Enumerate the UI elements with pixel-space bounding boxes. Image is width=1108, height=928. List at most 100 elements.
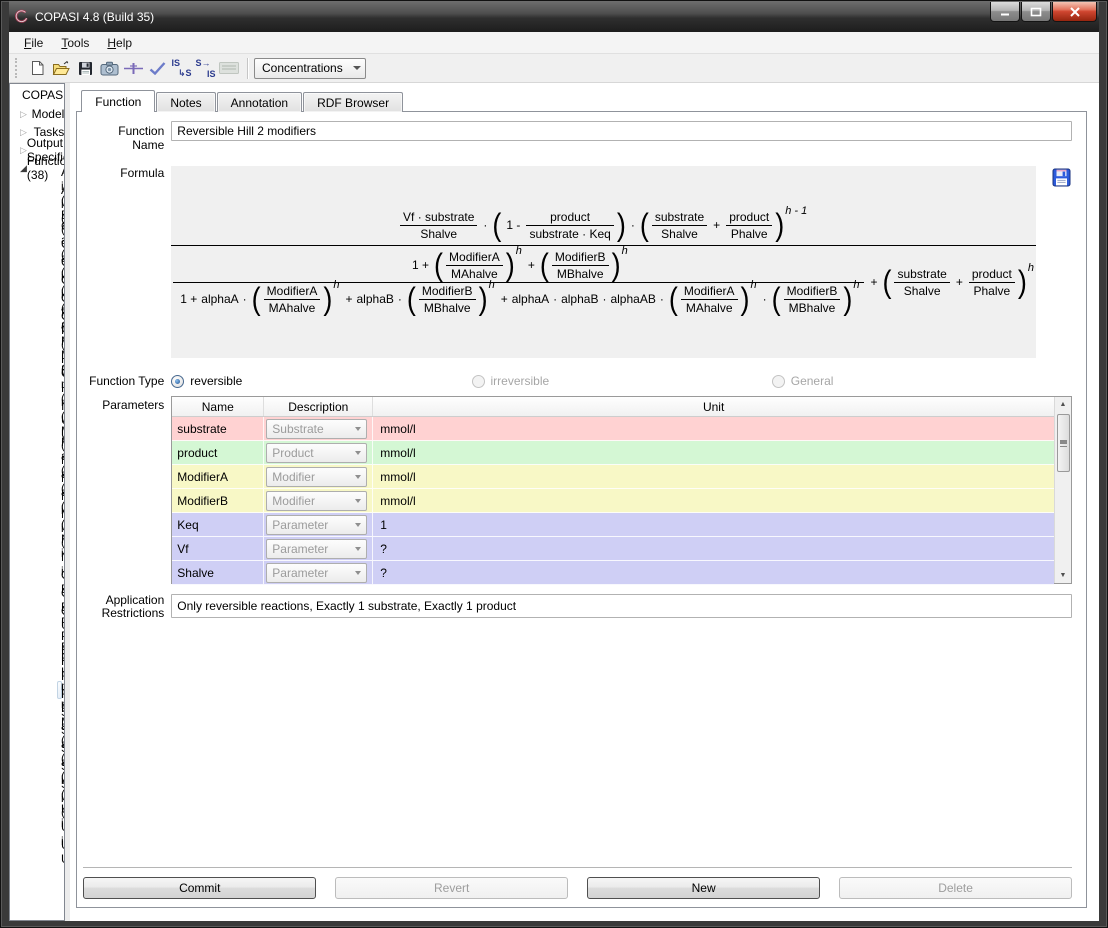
- is-to-s-button[interactable]: IS↳S: [169, 57, 193, 80]
- function-type-option[interactable]: irreversible: [472, 374, 772, 388]
- slider-button[interactable]: [121, 57, 145, 80]
- radio-label: reversible: [190, 374, 242, 388]
- tab-bar: FunctionNotesAnnotationRDF Browser: [76, 91, 1087, 111]
- description-dropdown[interactable]: Parameter: [266, 539, 367, 559]
- dropdown-arrow-icon: [355, 427, 361, 431]
- param-unit-cell[interactable]: 1: [373, 518, 1054, 532]
- menu-bar: FileToolsHelp: [9, 32, 1099, 54]
- table-row: product Product mmol/l: [172, 441, 1054, 465]
- description-dropdown[interactable]: Parameter: [266, 563, 367, 583]
- expand-arrow-icon[interactable]: [20, 109, 32, 120]
- param-unit-cell[interactable]: ?: [373, 566, 1054, 580]
- param-unit-cell[interactable]: mmol/l: [373, 422, 1054, 436]
- framework-dropdown[interactable]: Concentrations: [254, 58, 366, 79]
- scroll-down-icon[interactable]: ▼: [1055, 568, 1071, 583]
- close-button[interactable]: [1052, 2, 1097, 22]
- dropdown-arrow-icon: [355, 523, 361, 527]
- column-header-description[interactable]: Description: [264, 397, 373, 416]
- menu-item[interactable]: Tools: [52, 33, 98, 53]
- param-name-cell[interactable]: Keq: [172, 513, 264, 536]
- capture-image-button[interactable]: [97, 57, 121, 80]
- param-unit-cell[interactable]: mmol/l: [373, 446, 1054, 460]
- check-model-button[interactable]: [145, 57, 169, 80]
- new-file-icon: [30, 60, 45, 76]
- description-dropdown[interactable]: Parameter: [266, 515, 367, 535]
- table-scrollbar[interactable]: ▲ ▼: [1054, 397, 1071, 583]
- description-dropdown-value: Parameter: [272, 518, 328, 532]
- param-description-cell: Parameter: [264, 537, 373, 560]
- save-file-button[interactable]: [73, 57, 97, 80]
- action-button[interactable]: Revert: [335, 877, 568, 899]
- column-header-unit[interactable]: Unit: [373, 397, 1054, 416]
- action-button[interactable]: New: [587, 877, 820, 899]
- s-to-is-icon: S→IS: [195, 59, 216, 78]
- dropdown-arrow-icon: [349, 59, 365, 78]
- formula-label: Formula: [83, 166, 171, 358]
- function-type-option[interactable]: reversible: [171, 374, 471, 388]
- table-body: substrate Substrate mmol/l: [172, 417, 1054, 585]
- titlebar[interactable]: COPASI 4.8 (Build 35): [9, 1, 1099, 32]
- application-restrictions-label: Application Restrictions: [83, 594, 171, 620]
- table-row: ModifierB Modifier mmol/l: [172, 489, 1054, 513]
- table-row: ModifierA Modifier mmol/l: [172, 465, 1054, 489]
- dropdown-arrow-icon: [355, 547, 361, 551]
- tree-branch[interactable]: Functions (38): [10, 159, 64, 177]
- scrollbar-thumb[interactable]: [1057, 414, 1070, 472]
- description-dropdown-value: Modifier: [272, 494, 315, 508]
- param-name-cell[interactable]: ModifierA: [172, 465, 264, 488]
- function-type-option[interactable]: General: [772, 374, 1072, 388]
- param-unit-cell[interactable]: mmol/l: [373, 470, 1054, 484]
- formula-display[interactable]: Vf · substrateShalve · ( 1 - productsubs…: [171, 166, 1036, 358]
- param-name-cell[interactable]: Vf: [172, 537, 264, 560]
- formula-math: Vf · substrateShalve · ( 1 - productsubs…: [171, 210, 1036, 315]
- new-file-button[interactable]: [25, 57, 49, 80]
- tree-branch-label: Functions (38): [27, 154, 65, 182]
- menu-item[interactable]: File: [15, 33, 52, 53]
- param-unit-cell[interactable]: mmol/l: [373, 494, 1054, 508]
- formula-denominator: 1 + ( ModifierAMAhalve )h + ( ModifierBM…: [171, 250, 1036, 315]
- table-row: Shalve Parameter ?: [172, 561, 1054, 585]
- check-model-icon: [149, 62, 166, 75]
- toolbar-grip[interactable]: [15, 58, 20, 78]
- description-dropdown[interactable]: Modifier: [266, 467, 367, 487]
- tab[interactable]: Notes: [156, 92, 215, 112]
- save-formula-button[interactable]: [1050, 166, 1072, 188]
- s-to-is-button[interactable]: S→IS: [193, 57, 217, 80]
- maximize-button[interactable]: [1021, 2, 1051, 22]
- tree-branch[interactable]: Model: [10, 105, 64, 123]
- description-dropdown[interactable]: Product: [266, 443, 367, 463]
- expand-arrow-icon[interactable]: [20, 163, 27, 174]
- description-dropdown[interactable]: Substrate: [266, 419, 367, 439]
- description-dropdown[interactable]: Modifier: [266, 491, 367, 511]
- minimize-button[interactable]: [990, 2, 1020, 22]
- scroll-up-icon[interactable]: ▲: [1055, 397, 1071, 412]
- radio-icon: [472, 375, 485, 388]
- application-restrictions-input[interactable]: [171, 594, 1072, 618]
- tree-item-function[interactable]: Uni Uni: [57, 843, 62, 861]
- parameters-label: Parameters: [83, 396, 171, 584]
- open-file-button[interactable]: [49, 57, 73, 80]
- miriam-button[interactable]: [217, 57, 241, 80]
- tree-root-copasi[interactable]: COPASI: [10, 87, 64, 105]
- param-name-cell[interactable]: ModifierB: [172, 489, 264, 512]
- button-separator: [83, 867, 1072, 868]
- tab[interactable]: Function: [81, 90, 155, 112]
- menu-item[interactable]: Help: [98, 33, 141, 53]
- expand-arrow-icon[interactable]: [20, 145, 27, 156]
- tab[interactable]: RDF Browser: [303, 92, 403, 112]
- tree-branches: Model Tasks Output Specifications Functi…: [10, 105, 64, 177]
- description-dropdown-value: Substrate: [272, 422, 323, 436]
- save-icon: [78, 61, 93, 76]
- param-name-cell[interactable]: Shalve: [172, 561, 264, 584]
- function-name-input[interactable]: [171, 121, 1072, 141]
- tree-branch-label: Model: [32, 107, 65, 121]
- tab[interactable]: Annotation: [217, 92, 302, 112]
- action-button[interactable]: Delete: [839, 877, 1072, 899]
- param-unit-cell[interactable]: ?: [373, 542, 1054, 556]
- action-button[interactable]: Commit: [83, 877, 316, 899]
- open-file-icon: [52, 61, 71, 76]
- param-name-cell[interactable]: product: [172, 441, 264, 464]
- parameters-table: Name Description Unit substrate: [171, 396, 1072, 584]
- param-name-cell[interactable]: substrate: [172, 417, 264, 440]
- column-header-name[interactable]: Name: [172, 397, 264, 416]
